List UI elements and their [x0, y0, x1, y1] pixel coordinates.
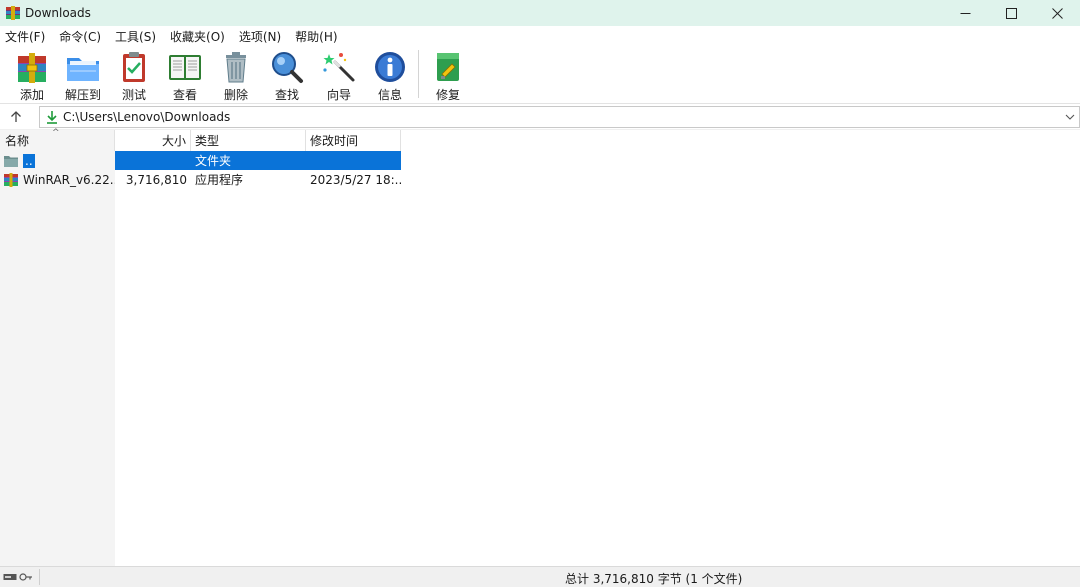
close-icon — [1051, 7, 1063, 19]
view-book-icon — [167, 50, 203, 84]
column-header: 名称 ^ 大小 类型 修改时间 — [0, 128, 401, 151]
magnifier-icon — [269, 50, 305, 84]
toolbar: 添加 解压到 测试 查看 删除 查找 向导 信息 修复 — [0, 46, 1080, 104]
extract-to-label: 解压到 — [64, 88, 101, 102]
status-indicators — [3, 570, 39, 584]
wizard-label: 向导 — [326, 88, 351, 102]
column-modified-label: 修改时间 — [310, 134, 359, 148]
extract-folder-icon — [65, 50, 101, 84]
path-dropdown-chevron-icon[interactable] — [1063, 109, 1077, 125]
table-row[interactable]: .. 文件夹 — [0, 151, 401, 170]
add-label: 添加 — [19, 88, 44, 102]
close-button[interactable] — [1034, 0, 1080, 26]
title-bar: Downloads — [0, 0, 1080, 26]
add-archive-icon — [14, 50, 50, 84]
file-name: .. — [23, 153, 35, 168]
menu-file[interactable]: 文件(F) — [5, 28, 45, 45]
menu-bar: 文件(F) 命令(C) 工具(S) 收藏夹(O) 选项(N) 帮助(H) — [0, 26, 1080, 46]
column-modified[interactable]: 修改时间 — [306, 130, 401, 151]
address-bar: C:\Users\Lenovo\Downloads — [0, 104, 1080, 129]
file-size: 3,716,810 — [125, 172, 187, 187]
file-type: 文件夹 — [191, 151, 306, 170]
repair-icon — [430, 50, 466, 84]
window-title: Downloads — [25, 6, 91, 20]
menu-tools[interactable]: 工具(S) — [115, 28, 156, 45]
view-button[interactable]: 查看 — [162, 50, 208, 102]
extract-to-button[interactable]: 解压到 — [60, 50, 106, 102]
download-arrow-icon — [43, 108, 61, 126]
maximize-button[interactable] — [988, 0, 1034, 26]
minimize-button[interactable] — [942, 0, 988, 26]
info-label: 信息 — [377, 88, 402, 102]
file-size — [115, 151, 191, 170]
wizard-wand-icon — [321, 50, 357, 84]
file-type: 应用程序 — [195, 173, 244, 187]
status-bar: 总计 3,716,810 字节 (1 个文件) — [0, 566, 1080, 587]
winrar-file-icon — [3, 172, 19, 187]
menu-favorites[interactable]: 收藏夹(O) — [170, 28, 225, 45]
find-label: 查找 — [274, 88, 299, 102]
toolbar-separator — [418, 50, 419, 98]
table-row[interactable]: WinRAR_v6.22... 3,716,810 应用程序 2023/5/27… — [0, 170, 401, 189]
repair-label: 修复 — [435, 88, 460, 102]
column-name-label: 名称 — [5, 134, 30, 148]
minimize-icon — [960, 12, 970, 14]
view-label: 查看 — [172, 88, 197, 102]
up-folder-button[interactable] — [6, 107, 26, 127]
arrow-up-icon — [11, 111, 21, 122]
wizard-button[interactable]: 向导 — [316, 50, 362, 102]
delete-label: 删除 — [223, 88, 248, 102]
path-text: C:\Users\Lenovo\Downloads — [63, 110, 231, 124]
file-modified — [306, 151, 401, 170]
path-field[interactable]: C:\Users\Lenovo\Downloads — [39, 106, 1080, 128]
test-button[interactable]: 测试 — [111, 50, 157, 102]
add-button[interactable]: 添加 — [9, 50, 55, 102]
file-list[interactable]: 名称 ^ 大小 类型 修改时间 .. 文件夹 WinRAR_v6.22... 3… — [0, 128, 1080, 566]
find-button[interactable]: 查找 — [264, 50, 310, 102]
trash-icon — [218, 50, 254, 84]
column-type[interactable]: 类型 — [191, 130, 306, 151]
file-modified: 2023/5/27 18:... — [310, 172, 401, 187]
menu-help[interactable]: 帮助(H) — [295, 28, 337, 45]
menu-options[interactable]: 选项(N) — [239, 28, 281, 45]
folder-icon — [3, 154, 19, 168]
status-summary: 总计 3,716,810 字节 (1 个文件) — [565, 572, 743, 586]
column-type-label: 类型 — [195, 134, 220, 148]
repair-button[interactable]: 修复 — [425, 50, 471, 102]
column-name[interactable]: 名称 ^ — [0, 128, 115, 151]
info-button[interactable]: 信息 — [367, 50, 413, 102]
file-name: WinRAR_v6.22... — [23, 172, 115, 187]
column-size[interactable]: 大小 — [115, 130, 191, 151]
menu-commands[interactable]: 命令(C) — [59, 28, 101, 45]
drive-icon — [3, 574, 17, 580]
test-clipboard-icon — [116, 50, 152, 84]
column-size-label: 大小 — [161, 134, 186, 148]
test-label: 测试 — [121, 88, 146, 102]
sort-ascending-icon: ^ — [52, 128, 60, 138]
winrar-app-icon — [5, 5, 21, 21]
key-icon — [19, 573, 32, 581]
maximize-icon — [1005, 7, 1017, 19]
info-icon — [372, 50, 408, 84]
delete-button[interactable]: 删除 — [213, 50, 259, 102]
